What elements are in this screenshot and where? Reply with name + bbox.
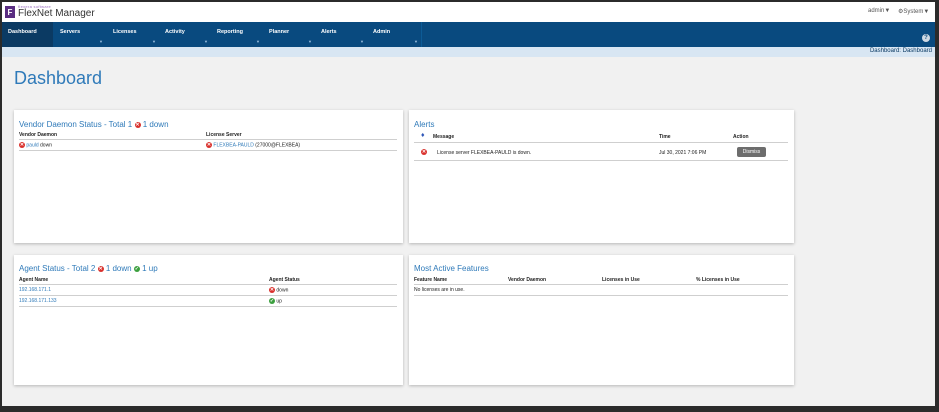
divider	[414, 295, 788, 296]
error-icon: ✕	[97, 265, 104, 272]
nav-licenses-label: Licenses	[113, 29, 137, 35]
most-active-features-panel: Most Active Features Feature Name Vendor…	[409, 255, 794, 385]
chevron-down-icon: ▼	[923, 9, 930, 15]
check-icon: ✓	[269, 298, 275, 304]
vendor-down-count: 1 down	[142, 120, 169, 129]
nav-planner-label: Planner	[269, 29, 290, 35]
breadcrumb[interactable]: Dashboard: Dashboard	[870, 48, 932, 54]
app-logo[interactable]: F flexera software FlexNet Manager	[5, 5, 95, 19]
nav-planner[interactable]: Planner ▼	[263, 22, 315, 47]
user-menu-label: admin	[868, 8, 885, 14]
nav-alerts-label: Alerts	[321, 29, 337, 35]
vendor-daemon-title-text: Vendor Daemon Status - Total 1	[19, 120, 133, 129]
license-server-cell: ✕ FLEXBEA-PAULD (27000@FLEXBEA)	[206, 142, 300, 148]
breadcrumb-bar: Dashboard: Dashboard	[2, 47, 935, 57]
alerts-title: Alerts	[414, 120, 435, 129]
empty-state-text: No licenses are in use.	[414, 287, 465, 293]
col-pct-licenses-in-use: % Licenses in Use	[696, 277, 740, 283]
license-server-port: (27000@FLEXBEA)	[255, 142, 301, 149]
app-title: FlexNet Manager	[18, 8, 95, 19]
license-server-link[interactable]: FLEXBEA-PAULD	[213, 142, 253, 148]
agent-link[interactable]: 192.168.171.133	[19, 298, 57, 304]
flexera-logo-icon: F	[5, 6, 15, 18]
agent-status-text: up	[276, 298, 282, 305]
vendor-daemon-link[interactable]: pauld	[26, 142, 38, 148]
error-icon: ✕	[421, 149, 427, 155]
agent-down-count: 1 down	[105, 264, 132, 273]
error-icon: ✕	[269, 287, 275, 293]
agent-up-count: 1 up	[142, 264, 158, 273]
agent-status-title: Agent Status - Total 2 ✕ 1 down ✓ 1 up	[19, 264, 158, 273]
alert-time: Jul 30, 2021 7:06 PM	[659, 150, 707, 156]
page-title: Dashboard	[14, 68, 103, 88]
alert-message: License server FLEXBEA-PAULD is down.	[437, 150, 532, 156]
agent-status-cell: ✕ down	[269, 287, 288, 293]
nav-servers[interactable]: Servers ▼	[54, 22, 106, 47]
nav-activity[interactable]: Activity ▼	[159, 22, 211, 47]
divider	[19, 284, 397, 285]
nav-admin-label: Admin	[373, 29, 391, 35]
vendor-daemon-title: Vendor Daemon Status - Total 1 ✕ 1 down	[19, 120, 169, 129]
check-icon: ✓	[133, 265, 140, 272]
nav-admin[interactable]: Admin ▼	[367, 22, 422, 47]
agent-link[interactable]: 192.168.171.1	[19, 287, 51, 293]
col-time: Time	[659, 134, 671, 140]
caret-down-icon: ▼	[152, 39, 156, 44]
col-message: Message	[433, 134, 455, 140]
col-vendor-daemon: Vendor Daemon	[508, 277, 547, 283]
divider	[19, 306, 397, 307]
divider	[414, 160, 788, 161]
dismiss-button[interactable]: Dismiss	[737, 147, 766, 157]
top-bar: F flexera software FlexNet Manager admin…	[2, 2, 935, 22]
caret-down-icon: ▼	[256, 39, 260, 44]
nav-dashboard-label: Dashboard	[8, 29, 37, 35]
agent-status-panel: Agent Status - Total 2 ✕ 1 down ✓ 1 up A…	[14, 255, 403, 385]
nav-activity-label: Activity	[165, 29, 185, 35]
error-icon: ✕	[134, 121, 141, 128]
agent-status-text: down	[276, 287, 289, 294]
error-icon: ✕	[206, 142, 212, 148]
divider	[19, 139, 397, 140]
agent-status-cell: ✓ up	[269, 298, 282, 304]
nav-reporting-label: Reporting	[217, 29, 243, 35]
nav-licenses[interactable]: Licenses ▼	[107, 22, 159, 47]
vendor-daemon-panel: Vendor Daemon Status - Total 1 ✕ 1 down …	[14, 110, 403, 243]
caret-down-icon: ▼	[99, 39, 103, 44]
chevron-down-icon: ▼	[884, 8, 891, 14]
bell-icon: ♦	[421, 132, 425, 139]
nav-dashboard[interactable]: Dashboard	[2, 22, 53, 47]
col-agent-status: Agent Status	[269, 277, 300, 283]
col-vendor-daemon: Vendor Daemon	[19, 132, 58, 138]
nav-alerts[interactable]: Alerts ▼	[315, 22, 367, 47]
help-icon[interactable]: ?	[922, 34, 930, 42]
system-menu[interactable]: ⚙System▼	[898, 8, 929, 15]
divider	[414, 142, 788, 143]
vendor-daemon-status: down	[40, 142, 52, 149]
table-row: ✕ pauld down	[19, 142, 52, 148]
system-menu-label: System	[903, 9, 924, 15]
col-licenses-in-use: Licenses in Use	[602, 277, 640, 283]
col-license-server: License Server	[206, 132, 242, 138]
caret-down-icon: ▼	[360, 39, 364, 44]
user-menu[interactable]: admin▼	[868, 8, 890, 14]
col-action: Action	[733, 134, 749, 140]
agent-status-title-text: Agent Status - Total 2	[19, 264, 96, 273]
alerts-panel: Alerts ♦ Message Time Action ✕ License s…	[409, 110, 794, 243]
caret-down-icon: ▼	[414, 39, 418, 44]
nav-reporting[interactable]: Reporting ▼	[211, 22, 263, 47]
caret-down-icon: ▼	[204, 39, 208, 44]
divider	[414, 284, 788, 285]
col-feature-name: Feature Name	[414, 277, 448, 283]
main-nav: Dashboard Servers ▼ Licenses ▼ Activity …	[2, 22, 935, 47]
divider	[19, 295, 397, 296]
features-title: Most Active Features	[414, 264, 489, 273]
app-frame: F flexera software FlexNet Manager admin…	[2, 2, 935, 406]
nav-servers-label: Servers	[60, 29, 81, 35]
error-icon: ✕	[19, 142, 25, 148]
col-agent-name: Agent Name	[19, 277, 49, 283]
caret-down-icon: ▼	[308, 39, 312, 44]
divider	[19, 150, 397, 151]
